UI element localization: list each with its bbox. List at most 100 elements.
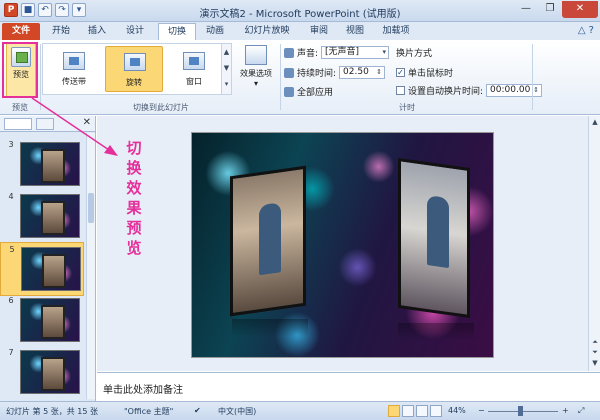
slide-thumbnail-image [20,194,80,238]
tab-slides[interactable] [4,118,32,130]
prev-slide-icon[interactable]: ⏶ [590,338,600,347]
slide-thumbnail-image [21,247,81,291]
notes-placeholder: 单击此处添加备注 [103,385,183,396]
slide-thumbnail-image [20,350,80,394]
sound-label: 声音: [297,49,319,59]
slides-scrollbar[interactable] [86,133,95,399]
transition-rotate[interactable]: 旋转 [105,46,163,92]
dropdown-icon: ▾ [382,48,387,56]
editor-scrollbar[interactable]: ▲ ⏶ ⏷ ▼ [588,116,600,371]
transition-conveyor[interactable]: 传送带 [45,46,103,92]
effect-options-button[interactable]: 效果选项 ▾ [236,43,276,95]
tab-outline[interactable] [36,118,54,130]
effect-options-label: 效果选项 [240,69,272,78]
close-icon[interactable]: ✕ [562,1,598,18]
tab-design[interactable]: 设计 [116,23,154,40]
minimize-icon[interactable]: — [514,1,538,18]
slide-thumbnail[interactable]: 3 [0,138,84,192]
slide-thumbnail[interactable]: 4 [0,190,84,244]
sound-select[interactable]: [无声音] ▾ [321,46,390,59]
scroll-down-icon[interactable]: ▼ [590,359,600,367]
advance-heading: 换片方式 [396,49,433,59]
group-label-timing: 计时 [399,103,415,112]
slide-photo-right[interactable] [398,157,470,319]
transition-label: 传送带 [62,77,86,86]
reading-view-icon[interactable] [416,405,428,417]
rotate-icon [124,53,146,71]
tab-insert[interactable]: 插入 [80,23,114,40]
apply-all-button[interactable]: 全部应用 [284,85,333,98]
tab-addins[interactable]: 加载项 [374,23,418,40]
transition-label: 窗口 [186,77,202,86]
transition-window[interactable]: 窗口 [165,46,223,92]
restore-icon[interactable]: ❐ [538,1,562,18]
slide-thumbnail[interactable]: 6 [0,294,84,348]
transition-label: 旋转 [126,78,142,87]
group-separator [280,44,281,110]
slide-number: 4 [8,192,14,201]
next-slide-icon[interactable]: ⏷ [590,348,600,357]
apply-all-label: 全部应用 [297,88,334,98]
preview-highlight-box [2,42,38,98]
auto-advance-label: 设置自动换片时间: [408,87,484,97]
zoom-in-icon[interactable]: + [562,406,569,415]
scroll-up-icon[interactable]: ▲ [222,44,231,60]
gallery-scroll[interactable]: ▲ ▼ ▾ [221,44,231,94]
fit-window-icon[interactable]: ⤢ [578,406,584,416]
slide-sorter-icon[interactable] [402,405,414,417]
tab-file[interactable]: 文件 [2,23,40,40]
help-icon[interactable]: △ ? [578,25,594,36]
window-icon [183,52,205,70]
auto-advance-value: 00:00.00 [490,85,531,95]
slide-counter: 幻灯片 第 5 张，共 15 张 [6,407,98,416]
ribbon-tabs: 文件 开始 插入 设计 切换 动画 幻灯片放映 审阅 视图 加载项 △ ? [0,22,600,40]
spinner-icon[interactable]: ⇕ [376,67,382,78]
tab-transitions[interactable]: 切换 [158,23,196,40]
zoom-slider[interactable] [488,411,558,412]
duration-icon [284,67,294,78]
slide-photo-left[interactable] [230,165,306,317]
slide-number: 3 [8,140,14,149]
slide-canvas[interactable] [191,132,494,358]
zoom-out-icon[interactable]: − [478,406,485,415]
scroll-down-icon[interactable]: ▼ [222,60,231,76]
duration-spinner[interactable]: 02.50 ⇕ [339,66,386,79]
conveyor-icon [63,52,85,70]
auto-advance-row: 设置自动换片时间: 00:00.00 ⇕ [396,84,543,97]
close-icon[interactable]: ✕ [83,117,91,128]
scroll-up-icon[interactable]: ▲ [590,118,600,126]
group-separator [532,44,533,110]
tab-slideshow[interactable]: 幻灯片放映 [234,23,300,40]
slide-thumbnail-selected[interactable]: 5 [0,242,84,296]
language-indicator[interactable]: 中文(中国) [218,406,256,417]
auto-advance-checkbox[interactable] [396,86,405,95]
tab-home[interactable]: 开始 [44,23,78,40]
window-title: 演示文稿2 - Microsoft PowerPoint (试用版) [199,9,401,20]
annotation-text: 切换效果预览 [126,139,142,257]
spellcheck-icon[interactable]: ✔ [194,406,201,415]
normal-view-icon[interactable] [388,405,400,417]
zoom-level[interactable]: 44% [448,406,466,415]
theme-name[interactable]: "Office 主题" [124,406,173,417]
sound-row: 声音: [无声音] ▾ [284,46,390,59]
gallery-more-icon[interactable]: ▾ [222,76,231,92]
on-click-label: 单击鼠标时 [408,69,454,79]
scrollbar-thumb[interactable] [88,193,94,223]
zoom-slider-thumb[interactable] [518,406,523,416]
auto-advance-spinner[interactable]: 00:00.00 ⇕ [486,84,543,97]
duration-row: 持续时间: 02.50 ⇕ [284,66,386,79]
tab-animations[interactable]: 动画 [198,23,232,40]
spinner-icon[interactable]: ⇕ [533,85,539,96]
notes-pane[interactable]: 单击此处添加备注 [97,372,600,401]
on-click-checkbox[interactable]: ✓ 单击鼠标时 [396,66,453,79]
tab-review[interactable]: 审阅 [302,23,336,40]
slide-number: 6 [8,296,14,305]
tab-view[interactable]: 视图 [338,23,372,40]
slideshow-icon[interactable] [430,405,442,417]
slide-thumbnail-image [20,298,80,342]
slide-thumbnail[interactable]: 7 [0,346,84,400]
checkbox-checked-icon[interactable]: ✓ [396,68,405,77]
duration-label: 持续时间: [297,69,337,79]
sound-icon [284,47,294,58]
slide-thumbnail-image [20,142,80,186]
